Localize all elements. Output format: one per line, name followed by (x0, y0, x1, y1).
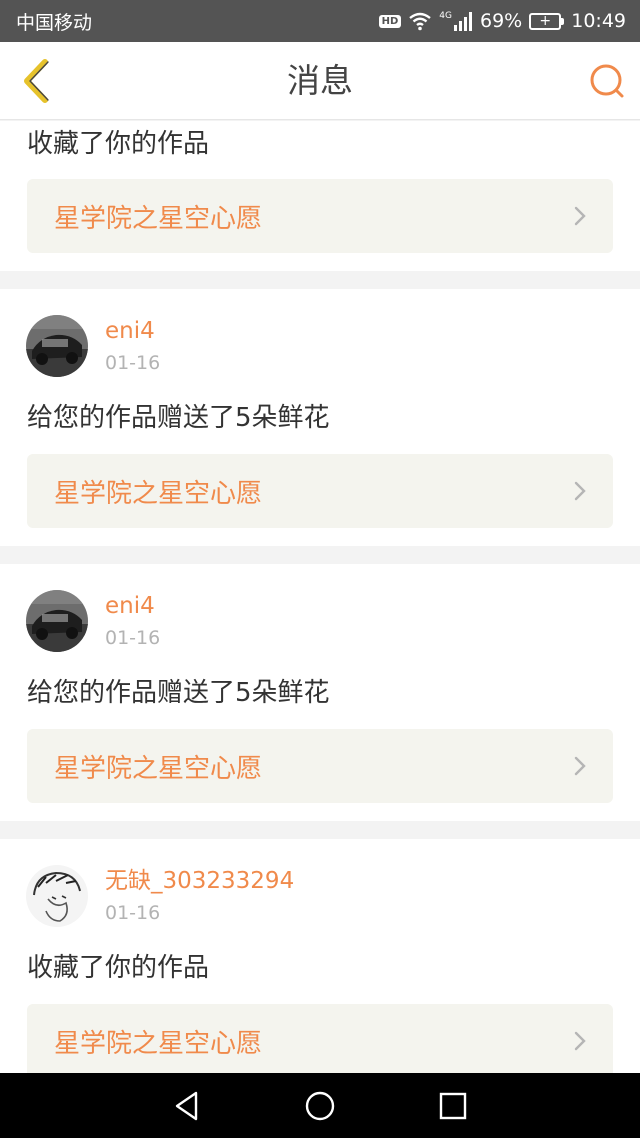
user-meta: eni4 01-16 (105, 591, 160, 651)
message-card: eni4 01-16 给您的作品赠送了5朵鲜花 星学院之星空心愿 (0, 564, 640, 821)
search-button[interactable] (584, 58, 630, 104)
username[interactable]: eni4 (105, 591, 160, 621)
message-card: 收藏了你的作品 星学院之星空心愿 (0, 121, 640, 271)
message-card: 无缺_303233294 01-16 收藏了你的作品 星学院之星空心愿 (0, 839, 640, 1073)
user-meta: 无缺_303233294 01-16 (105, 866, 294, 926)
screen: 中国移动 HD 4G 69% + 10:49 消息 收藏了你的作品 星学院之星空… (0, 0, 640, 1138)
avatar[interactable] (26, 315, 88, 377)
chevron-right-icon (574, 756, 586, 776)
app-header: 消息 (0, 42, 640, 120)
user-row[interactable]: 无缺_303233294 01-16 (26, 865, 294, 927)
recents-square-icon (440, 1092, 467, 1119)
work-link[interactable]: 星学院之星空心愿 (27, 1004, 613, 1073)
nav-home-button[interactable] (290, 1076, 350, 1136)
message-date: 01-16 (105, 902, 161, 924)
chevron-right-icon (574, 1031, 586, 1051)
work-link[interactable]: 星学院之星空心愿 (27, 729, 613, 803)
status-indicators: HD 4G 69% + 10:49 (378, 10, 626, 32)
home-circle-icon (305, 1091, 335, 1120)
username[interactable]: eni4 (105, 316, 160, 346)
message-action-text: 收藏了你的作品 (27, 129, 210, 159)
work-link[interactable]: 星学院之星空心愿 (27, 179, 613, 253)
message-date: 01-16 (105, 627, 161, 649)
signal-icon (454, 12, 472, 31)
user-row[interactable]: eni4 01-16 (26, 590, 160, 652)
avatar[interactable] (26, 865, 88, 927)
message-action-text: 给您的作品赠送了5朵鲜花 (27, 678, 330, 708)
work-title: 星学院之星空心愿 (54, 753, 263, 784)
username[interactable]: 无缺_303233294 (105, 866, 294, 896)
hd-badge: HD (378, 14, 402, 28)
clock: 10:49 (571, 10, 626, 32)
work-link[interactable]: 星学院之星空心愿 (27, 454, 613, 528)
carrier-label: 中国移动 (16, 11, 93, 34)
nav-back-button[interactable] (157, 1076, 217, 1136)
message-action-text: 收藏了你的作品 (27, 953, 210, 983)
wifi-icon (409, 12, 432, 31)
status-bar: 中国移动 HD 4G 69% + 10:49 (0, 0, 640, 42)
message-action-text: 给您的作品赠送了5朵鲜花 (27, 403, 330, 433)
message-card: eni4 01-16 给您的作品赠送了5朵鲜花 星学院之星空心愿 (0, 289, 640, 546)
work-title: 星学院之星空心愿 (54, 203, 263, 234)
chevron-right-icon (574, 481, 586, 501)
message-date: 01-16 (105, 352, 161, 374)
user-row[interactable]: eni4 01-16 (26, 315, 160, 377)
nav-recents-button[interactable] (423, 1076, 483, 1136)
back-triangle-icon (175, 1091, 197, 1120)
network-type-label: 4G (439, 11, 452, 21)
battery-percent: 69% (480, 10, 523, 32)
battery-icon: + (529, 12, 565, 30)
message-list[interactable]: 收藏了你的作品 星学院之星空心愿 eni4 01-16 给您的作品赠送了5朵鲜花… (0, 121, 640, 1073)
avatar[interactable] (26, 590, 88, 652)
chevron-right-icon (574, 206, 586, 226)
work-title: 星学院之星空心愿 (54, 1028, 263, 1059)
system-nav-bar (0, 1073, 640, 1138)
page-title: 消息 (287, 61, 353, 100)
work-title: 星学院之星空心愿 (54, 478, 263, 509)
user-meta: eni4 01-16 (105, 316, 160, 376)
search-icon (590, 64, 624, 98)
